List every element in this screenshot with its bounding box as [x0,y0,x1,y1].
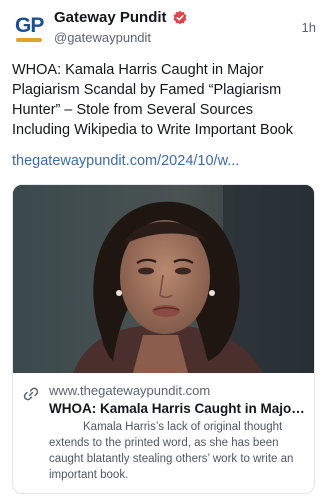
avatar[interactable]: GP [12,10,46,44]
display-name[interactable]: Gateway Pundit [54,9,167,26]
card-image [13,185,314,373]
link-preview-card[interactable]: www.thegatewaypundit.com WHOA: Kamala Ha… [12,184,315,494]
timestamp: 1h [301,20,316,35]
author-handle[interactable]: @gatewaypundit [54,30,151,45]
post-text: WHOA: Kamala Harris Caught in Major Plag… [12,62,294,138]
verified-badge-icon [172,10,188,26]
card-meta: www.thegatewaypundit.com WHOA: Kamala Ha… [13,373,314,493]
card-title[interactable]: WHOA: Kamala Harris Caught in Major... [49,401,307,416]
avatar-swoosh [16,38,42,42]
avatar-logo-text: GP [15,14,44,37]
link-icon [23,386,39,402]
display-name-row: Gateway Pundit [54,9,188,26]
post-link[interactable]: thegatewaypundit.com/2024/10/w... [12,151,316,171]
card-description: Kamala Harris’s lack of original thought… [49,421,294,481]
card-domain: www.thegatewaypundit.com [49,383,211,398]
post-header: GP Gateway Pundit @gatewaypundit 1h [12,8,316,48]
